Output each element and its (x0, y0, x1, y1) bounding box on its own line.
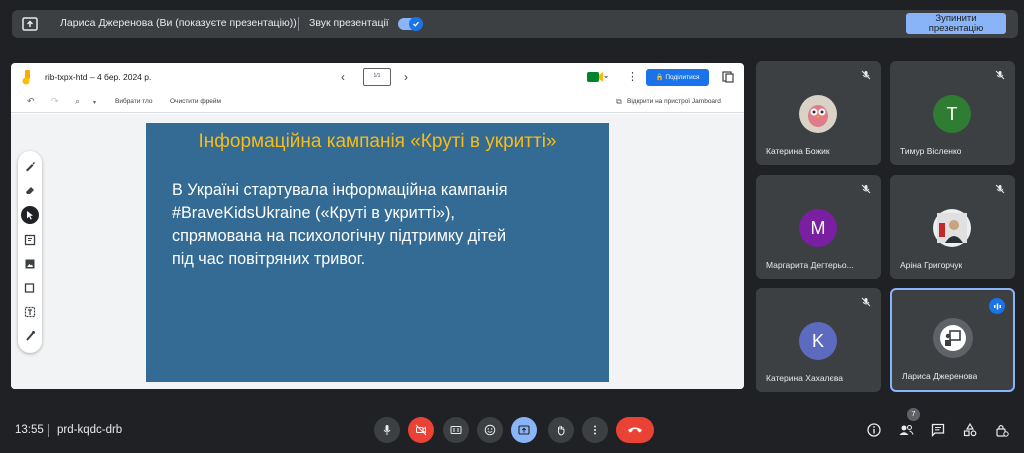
participant-tile[interactable]: T Тимур Вісленко (890, 61, 1015, 165)
avatar: T (933, 95, 971, 133)
next-frame-button[interactable]: › (404, 70, 408, 84)
mic-button[interactable] (374, 417, 400, 443)
avatar: M (799, 209, 837, 247)
info-icon[interactable] (866, 422, 882, 438)
more-options-button[interactable] (582, 417, 608, 443)
activities-icon[interactable] (962, 422, 978, 438)
mic-off-icon (861, 70, 871, 80)
drawing-tools (18, 151, 42, 353)
sticky-note-icon[interactable] (23, 233, 37, 247)
presenting-banner: Лариса Джеренова (Ви (показуєте презента… (12, 10, 1018, 38)
shared-jamboard: rib-txpx-htd – 4 бер. 2024 р. ‹ 1/1 › ⋮ … (11, 63, 744, 389)
avatar (933, 209, 971, 247)
text-box-icon[interactable] (23, 305, 37, 319)
slide-body: В Україні стартувала інформаційна кампан… (172, 181, 508, 268)
present-screen-icon (22, 17, 38, 31)
divider (298, 17, 299, 31)
mic-off-icon (861, 297, 871, 307)
participant-tile[interactable]: Катерина Божик (756, 61, 881, 165)
participant-name: Лариса Джеренова (902, 371, 978, 381)
mic-off-icon (995, 184, 1005, 194)
shape-icon[interactable] (23, 281, 37, 295)
camera-button[interactable] (408, 417, 434, 443)
jamboard-logo-icon (22, 70, 30, 85)
presentation-sound-label: Звук презентації (309, 17, 389, 29)
prev-frame-button[interactable]: ‹ (341, 70, 345, 84)
meeting-time: 13:55 (15, 424, 44, 436)
camera-off-icon (415, 424, 427, 436)
participant-name: Маргарита Дегтерьо... (766, 260, 854, 270)
clear-frame-button[interactable]: Очистити фрейм (170, 98, 221, 105)
chat-icon[interactable] (930, 422, 946, 438)
present-screen-icon (518, 425, 530, 435)
share-label: Поділитися (665, 74, 700, 81)
people-count-badge: 7 (907, 408, 920, 421)
device-icon: ⧉ (616, 97, 622, 106)
participant-tile-self[interactable]: Лариса Джеренова (890, 288, 1015, 392)
mic-off-icon (995, 70, 1005, 80)
speaking-indicator-icon (989, 298, 1005, 314)
share-button[interactable]: 🔒 Поділитися (646, 69, 709, 86)
participant-name: Аріна Григорчук (900, 260, 963, 270)
undo-icon[interactable]: ↶ (27, 96, 35, 107)
laser-icon[interactable] (23, 329, 37, 343)
zoom-icon[interactable]: ⌕ (75, 96, 80, 107)
participant-name: Катерина Божик (766, 146, 830, 156)
mic-icon (383, 425, 391, 435)
zoom-dropdown-icon[interactable]: ▾ (93, 99, 96, 106)
meeting-code: prd-kqdc-drb (57, 424, 123, 436)
frame-bar-button[interactable]: 1/1 (363, 68, 391, 86)
presenter-label: Лариса Джеренова (Ви (показуєте презента… (60, 17, 297, 29)
avatar (799, 95, 837, 133)
emoji-icon (484, 424, 496, 436)
jamboard-header: rib-txpx-htd – 4 бер. 2024 р. ‹ 1/1 › ⋮ … (11, 63, 744, 91)
avatar: K (799, 322, 837, 360)
participant-name: Тимур Вісленко (900, 146, 962, 156)
presenting-avatar-icon (940, 325, 966, 351)
select-icon[interactable] (21, 206, 39, 224)
captions-icon (450, 426, 462, 434)
jamboard-panel-icon[interactable] (722, 71, 734, 83)
captions-button[interactable] (443, 417, 469, 443)
reactions-button[interactable] (477, 417, 503, 443)
mic-off-icon (861, 184, 871, 194)
slide-frame: Інформаційна кампанія «Круті в укритті» … (146, 123, 609, 382)
stop-presenting-button[interactable]: Зупинити презентацію (906, 13, 1006, 34)
meet-icon[interactable] (586, 70, 608, 84)
participant-tile[interactable]: M Маргарита Дегтерьо... (756, 175, 881, 279)
more-vert-icon (594, 425, 596, 435)
phone-hangup-icon (628, 427, 642, 433)
open-on-device-button[interactable]: Відкрити на пристрої Jamboard (627, 98, 721, 105)
present-now-button[interactable] (511, 417, 537, 443)
leave-call-button[interactable] (616, 417, 654, 443)
jam-title: rib-txpx-htd – 4 бер. 2024 р. (45, 72, 152, 82)
redo-icon[interactable]: ↷ (51, 96, 59, 107)
presentation-sound-toggle[interactable] (398, 17, 423, 31)
set-background-button[interactable]: Вибрати тло (115, 98, 153, 105)
host-controls-icon[interactable] (994, 422, 1010, 438)
hand-icon (557, 425, 565, 436)
eraser-icon[interactable] (23, 183, 37, 197)
slide-title: Інформаційна кампанія «Круті в укритті» (198, 131, 557, 152)
pen-icon[interactable] (23, 159, 37, 173)
avatar (933, 318, 973, 358)
people-icon[interactable] (898, 422, 914, 438)
check-icon (409, 17, 423, 31)
jamboard-toolbar: ↶ ↷ ⌕ ▾ Вибрати тло Очистити фрейм ⧉ Від… (11, 91, 744, 113)
participant-name: Катерина Хахалєва (766, 373, 843, 383)
raise-hand-button[interactable] (548, 417, 574, 443)
owl-avatar-icon (808, 105, 828, 127)
participant-tile[interactable]: K Катерина Хахалєва (756, 288, 881, 392)
participant-tile[interactable]: Аріна Григорчук (890, 175, 1015, 279)
divider (48, 424, 49, 437)
profile-photo-icon (937, 213, 967, 243)
more-options-icon[interactable]: ⋮ (627, 70, 638, 83)
image-icon[interactable] (23, 257, 37, 271)
